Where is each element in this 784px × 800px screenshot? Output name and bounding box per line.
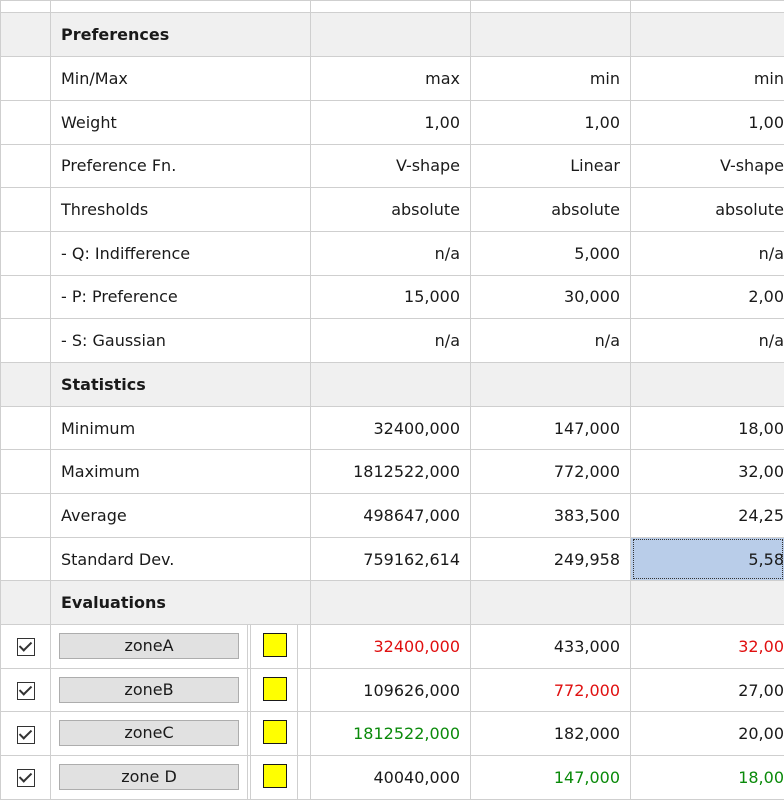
cell[interactable]: 18,00 [630, 405, 784, 451]
cell[interactable]: 772,000 [470, 667, 631, 713]
cell[interactable]: absolute [630, 187, 784, 232]
cell[interactable]: n/a [630, 318, 784, 363]
cell[interactable]: 5,000 [470, 230, 631, 276]
pref-row-gaussian[interactable]: - S: Gaussian n/a n/a n/a [0, 318, 784, 363]
cell[interactable]: 32400,000 [310, 405, 471, 451]
row-label: - S: Gaussian [50, 318, 311, 363]
row-label: - P: Preference [50, 274, 311, 320]
checkbox[interactable] [16, 681, 35, 700]
section-statistics: Statistics [0, 361, 784, 407]
stat-row-stddev[interactable]: Standard Dev. 759162,614 249,958 5,58 [0, 536, 784, 582]
cell[interactable]: V-shape [630, 143, 784, 189]
row-label: Average [50, 493, 311, 538]
cell[interactable]: 15,000 [310, 274, 471, 320]
cell[interactable]: absolute [470, 187, 631, 232]
eval-row-zoneC[interactable]: zoneC 1812522,000 182,000 20,00 [0, 711, 784, 757]
cell[interactable]: 24,25 [630, 493, 784, 538]
row-checkbox-cell[interactable] [0, 711, 51, 757]
row-checkbox-cell[interactable] [0, 667, 51, 713]
eval-row-zoneB[interactable]: zoneB 109626,000 772,000 27,00 [0, 667, 784, 713]
section-title: Statistics [50, 361, 311, 407]
cell[interactable]: n/a [310, 318, 471, 363]
checkbox[interactable] [16, 769, 35, 788]
cell[interactable]: 498647,000 [310, 493, 471, 538]
cell[interactable]: 383,500 [470, 493, 631, 538]
action-name-button[interactable]: zoneA [59, 633, 239, 660]
cell[interactable]: 147,000 [470, 755, 631, 800]
cell[interactable]: min [630, 56, 784, 101]
cell[interactable]: 433,000 [470, 624, 631, 669]
cell[interactable]: n/a [630, 230, 784, 276]
cell[interactable]: 20,00 [630, 711, 784, 757]
stat-row-minimum[interactable]: Minimum 32400,000 147,000 18,00 [0, 405, 784, 451]
row-label: Maximum [50, 449, 311, 495]
cell[interactable]: 27,00 [630, 667, 784, 713]
section-title: Evaluations [50, 580, 311, 626]
cell[interactable]: 109626,000 [310, 667, 471, 713]
cell[interactable]: absolute [310, 187, 471, 232]
cell[interactable]: 2,00 [630, 274, 784, 320]
pref-row-weight[interactable]: Weight 1,00 1,00 1,00 [0, 99, 784, 145]
pref-row-minmax[interactable]: Min/Max max min min [0, 56, 784, 101]
row-label: Weight [50, 99, 311, 145]
cell[interactable]: V-shape [310, 143, 471, 189]
row-label: - Q: Indifference [50, 230, 311, 276]
cell[interactable]: 1812522,000 [310, 449, 471, 495]
row-label: Preference Fn. [50, 143, 311, 189]
checkbox[interactable] [16, 725, 35, 744]
cell[interactable]: n/a [310, 230, 471, 276]
cell[interactable]: 1812522,000 [310, 711, 471, 757]
section-evaluations: Evaluations [0, 580, 784, 626]
pref-row-function[interactable]: Preference Fn. V-shape Linear V-shape [0, 143, 784, 189]
eval-row-zoneA[interactable]: zoneA 32400,000 433,000 32,00 [0, 624, 784, 669]
pref-row-indifference[interactable]: - Q: Indifference n/a 5,000 n/a [0, 230, 784, 276]
action-name-button[interactable]: zoneC [59, 720, 239, 747]
section-preferences: Preferences [0, 12, 784, 58]
cell[interactable]: 772,000 [470, 449, 631, 495]
row-label: Thresholds [50, 187, 311, 232]
cell[interactable]: 759162,614 [310, 536, 471, 582]
eval-row-zoneD[interactable]: zone D 40040,000 147,000 18,00 [0, 755, 784, 800]
cell[interactable]: 249,958 [470, 536, 631, 582]
cell[interactable]: 40040,000 [310, 755, 471, 800]
cell[interactable]: 30,000 [470, 274, 631, 320]
color-swatch[interactable] [263, 676, 287, 701]
action-name-button[interactable]: zoneB [59, 676, 239, 703]
cell[interactable]: 1,00 [630, 99, 784, 145]
cell[interactable]: 1,00 [310, 99, 471, 145]
cell[interactable]: Linear [470, 143, 631, 189]
cell[interactable]: 32400,000 [310, 624, 471, 669]
row-label: Minimum [50, 405, 311, 451]
cell[interactable]: 32,00 [630, 449, 784, 495]
stat-row-average[interactable]: Average 498647,000 383,500 24,25 [0, 493, 784, 538]
color-swatch[interactable] [263, 720, 287, 745]
row-label: Min/Max [50, 56, 311, 101]
row-checkbox-cell[interactable] [0, 755, 51, 800]
stat-row-maximum[interactable]: Maximum 1812522,000 772,000 32,00 [0, 449, 784, 495]
pref-row-thresholds[interactable]: Thresholds absolute absolute absolute [0, 187, 784, 232]
promethee-grid: Preferences Min/Max max min min Weight 1… [0, 0, 784, 800]
cell[interactable]: 1,00 [470, 99, 631, 145]
cell[interactable]: 18,00 [630, 755, 784, 800]
checkbox[interactable] [16, 638, 35, 657]
top-partial-row [0, 0, 784, 14]
color-swatch[interactable] [263, 633, 287, 658]
action-name-button[interactable]: zone D [59, 764, 239, 791]
cell[interactable]: 182,000 [470, 711, 631, 757]
section-title: Preferences [50, 12, 311, 58]
row-checkbox-cell[interactable] [0, 624, 51, 669]
cell[interactable]: 147,000 [470, 405, 631, 451]
cell[interactable]: min [470, 56, 631, 101]
row-label: Standard Dev. [50, 536, 311, 582]
color-swatch[interactable] [263, 764, 287, 789]
cell[interactable]: n/a [470, 318, 631, 363]
cell[interactable]: max [310, 56, 471, 101]
pref-row-preference[interactable]: - P: Preference 15,000 30,000 2,00 [0, 274, 784, 320]
selected-cell[interactable]: 5,58 [630, 536, 784, 582]
cell[interactable]: 32,00 [630, 624, 784, 669]
